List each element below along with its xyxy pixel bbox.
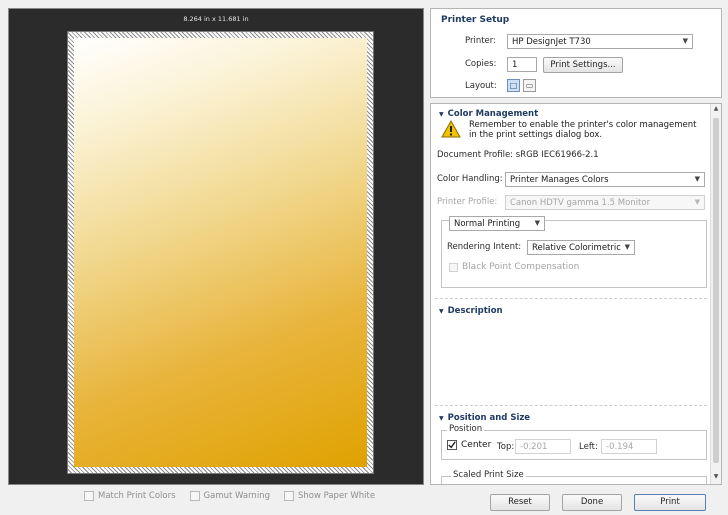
section-divider bbox=[435, 405, 707, 406]
show-paper-white-box[interactable] bbox=[283, 491, 294, 501]
color-management-warning: Remember to enable the printer's color m… bbox=[469, 120, 697, 140]
print-button[interactable]: Print bbox=[634, 494, 706, 511]
printer-select[interactable]: HP DesignJet T730 ▼ bbox=[507, 34, 693, 49]
print-mode-value: Normal Printing bbox=[454, 219, 521, 229]
paper-dimensions-label: 8.264 in x 11.681 in bbox=[183, 15, 249, 23]
left-label: Left: bbox=[579, 442, 598, 452]
portrait-layout-icon[interactable]: □ bbox=[507, 79, 520, 92]
color-handling-select[interactable]: Printer Manages Colors ▼ bbox=[505, 172, 705, 187]
color-management-header[interactable]: ▼ Color Management bbox=[439, 109, 538, 119]
center-checkbox[interactable]: Center bbox=[447, 440, 491, 450]
top-label: Top: bbox=[497, 442, 515, 452]
printer-setup-title: Printer Setup bbox=[441, 15, 510, 25]
chevron-down-icon: ▼ bbox=[694, 198, 700, 206]
description-title: Description bbox=[447, 306, 503, 316]
reset-button[interactable]: Reset bbox=[490, 494, 550, 511]
show-paper-white-checkbox[interactable]: Show Paper White bbox=[283, 491, 376, 501]
triangle-down-icon: ▼ bbox=[439, 111, 444, 118]
black-point-compensation-checkbox[interactable]: Black Point Compensation bbox=[449, 262, 579, 272]
triangle-down-icon: ▼ bbox=[439, 415, 444, 422]
black-point-compensation-box[interactable] bbox=[449, 262, 458, 272]
settings-scroll-panel[interactable]: ▼ Color Management Remember to enable the… bbox=[430, 103, 722, 485]
color-handling-label: Color Handling: bbox=[437, 174, 503, 184]
document-profile-text: Document Profile: sRGB IEC61966-2.1 bbox=[437, 150, 599, 160]
color-handling-value: Printer Manages Colors bbox=[510, 175, 609, 185]
black-point-compensation-label: Black Point Compensation bbox=[462, 262, 580, 272]
scaled-print-size-label: Scaled Print Size bbox=[451, 470, 526, 480]
position-size-header[interactable]: ▼ Position and Size bbox=[439, 413, 530, 423]
chevron-down-icon: ▼ bbox=[624, 243, 630, 251]
show-paper-white-label: Show Paper White bbox=[297, 491, 376, 501]
printer-profile-select[interactable]: Canon HDTV gamma 1.5 Monitor ▼ bbox=[505, 195, 705, 210]
preview-image[interactable] bbox=[74, 38, 367, 467]
copies-label: Copies: bbox=[465, 59, 497, 69]
color-management-title: Color Management bbox=[447, 109, 539, 119]
match-print-colors-checkbox[interactable]: Match Print Colors bbox=[84, 491, 176, 501]
rendering-intent-select[interactable]: Relative Colorimetric ▼ bbox=[527, 240, 635, 255]
match-print-colors-label: Match Print Colors bbox=[98, 491, 176, 501]
print-settings-button[interactable]: Print Settings... bbox=[543, 57, 623, 73]
gamut-warning-label: Gamut Warning bbox=[203, 491, 270, 501]
print-mode-select[interactable]: Normal Printing ▼ bbox=[449, 216, 545, 231]
warning-icon bbox=[441, 120, 461, 138]
chevron-down-icon: ▼ bbox=[694, 175, 700, 183]
rendering-intent-value: Relative Colorimetric bbox=[532, 243, 621, 253]
print-preview-pane: 8.264 in x 11.681 in bbox=[8, 8, 424, 485]
vertical-scrollbar[interactable]: ▲ ▼ bbox=[710, 104, 721, 484]
gamut-warning-checkbox[interactable]: Gamut Warning bbox=[189, 491, 270, 501]
rendering-intent-label: Rendering Intent: bbox=[447, 242, 522, 252]
layout-label: Layout: bbox=[465, 81, 497, 91]
top-input[interactable]: -0.201 bbox=[515, 439, 571, 454]
preview-options: Match Print Colors Gamut Warning Show Pa… bbox=[84, 491, 375, 501]
triangle-down-icon: ▼ bbox=[439, 308, 444, 315]
printer-label: Printer: bbox=[465, 36, 496, 46]
printer-profile-label: Printer Profile: bbox=[437, 197, 498, 207]
paper-preview[interactable] bbox=[67, 31, 374, 474]
printer-profile-value: Canon HDTV gamma 1.5 Monitor bbox=[510, 198, 651, 208]
section-divider bbox=[435, 298, 707, 299]
done-button[interactable]: Done bbox=[562, 494, 622, 511]
chevron-down-icon: ▼ bbox=[682, 37, 688, 45]
chevron-down-icon: ▼ bbox=[534, 219, 540, 227]
scrollbar-thumb[interactable] bbox=[713, 118, 719, 463]
checkmark-icon[interactable] bbox=[447, 440, 457, 450]
position-size-title: Position and Size bbox=[447, 413, 531, 423]
description-header[interactable]: ▼ Description bbox=[439, 306, 503, 316]
center-label: Center bbox=[461, 440, 492, 450]
printer-select-value: HP DesignJet T730 bbox=[512, 37, 591, 47]
match-print-colors-box[interactable] bbox=[84, 491, 94, 501]
copies-input[interactable]: 1 bbox=[507, 57, 537, 72]
landscape-layout-icon[interactable]: ▭ bbox=[523, 79, 536, 92]
printer-setup-panel: Printer Setup Printer: HP DesignJet T730… bbox=[430, 8, 722, 98]
scroll-down-icon[interactable]: ▼ bbox=[711, 473, 721, 483]
gamut-warning-box[interactable] bbox=[189, 491, 200, 501]
position-group-label: Position bbox=[447, 424, 485, 434]
left-input[interactable]: -0.194 bbox=[601, 439, 657, 454]
scroll-up-icon[interactable]: ▲ bbox=[711, 105, 721, 115]
